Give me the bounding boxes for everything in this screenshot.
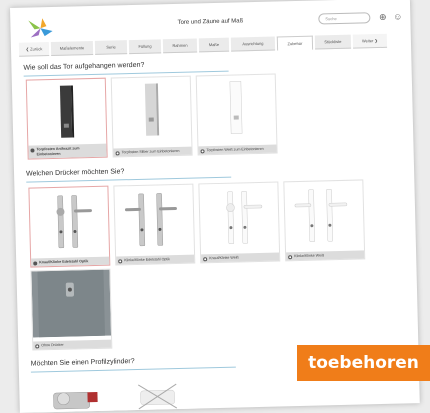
radio-button[interactable] xyxy=(30,148,35,153)
option-handle-lever-steel[interactable]: Klinke/Klinke Edelstahl Optik xyxy=(113,183,196,266)
option-handle-lever-white[interactable]: Klinke/Klinke Weiß xyxy=(283,179,366,262)
radio-button[interactable] xyxy=(118,259,123,264)
option-no-cylinder[interactable] xyxy=(118,375,200,413)
radio-button[interactable] xyxy=(33,261,38,266)
step-tabs: ❮ Zurück Maßelemente Serie Füllung Rahme… xyxy=(18,33,409,57)
tab-fuellung[interactable]: Füllung xyxy=(128,39,162,55)
tab-back[interactable]: ❮ Zurück xyxy=(18,42,50,57)
tab-serie[interactable]: Serie xyxy=(94,40,128,55)
category-badge: toebehoren xyxy=(297,345,430,381)
tab-masselemente[interactable]: Maßelemente xyxy=(50,40,94,57)
tab-zubehoer[interactable]: Zubehör xyxy=(276,35,314,51)
section-title-cylinder: Möchten Sie einen Profilzylinder? xyxy=(30,358,135,368)
tab-stueckliste[interactable]: Stückliste xyxy=(314,34,352,50)
help-icon[interactable]: ⊕ xyxy=(377,12,388,23)
section-divider xyxy=(26,176,232,183)
handle-knob-steel-image xyxy=(56,195,92,249)
profile-cylinder-image xyxy=(53,391,98,410)
radio-button[interactable] xyxy=(115,151,120,156)
post-silver-image xyxy=(144,83,160,136)
tab-rahmen[interactable]: Rahmen xyxy=(162,38,198,54)
option-handle-knob-steel[interactable]: Knauf/Klinke Edelstahl Optik xyxy=(28,185,111,268)
tab-next[interactable]: Weiter ❯ xyxy=(352,33,388,49)
radio-button[interactable] xyxy=(288,254,293,259)
post-anthracite-image xyxy=(59,85,75,138)
radio-button[interactable] xyxy=(203,256,208,262)
section-title-mounting: Wie soll das Tor aufgehangen werden? xyxy=(23,61,145,72)
option-profile-cylinder[interactable] xyxy=(33,377,115,413)
option-handle-knob-white[interactable]: Knauf/Klinke Weiß xyxy=(198,181,281,264)
post-white-image xyxy=(229,81,243,134)
handle-lever-steel-image xyxy=(124,193,177,247)
tab-ausrichtung[interactable]: Ausrichtung xyxy=(230,36,276,52)
option-post-silver[interactable]: Torpfosten Silber zum Einbetonieren xyxy=(110,75,193,158)
option-no-handle[interactable]: Ohne Drücker xyxy=(30,268,113,351)
radio-button[interactable] xyxy=(35,344,40,349)
no-handle-image xyxy=(31,269,112,338)
radio-button[interactable] xyxy=(200,148,205,154)
no-cylinder-image xyxy=(137,383,178,410)
handle-knob-white-image xyxy=(226,191,263,244)
search-input[interactable]: Suche xyxy=(318,12,371,25)
section-divider xyxy=(30,366,236,373)
option-post-white[interactable]: Torpfosten Weiß zum Einbetonieren xyxy=(195,73,278,156)
user-icon[interactable]: ☺ xyxy=(392,11,403,22)
handle-lever-white-image xyxy=(294,188,348,242)
option-post-anthracite[interactable]: Torpfosten Anthrazit zum Einbetonieren xyxy=(25,77,108,160)
section-title-handle: Welchen Drücker möchten Sie? xyxy=(25,168,125,178)
tab-masse[interactable]: Maße xyxy=(198,37,230,53)
